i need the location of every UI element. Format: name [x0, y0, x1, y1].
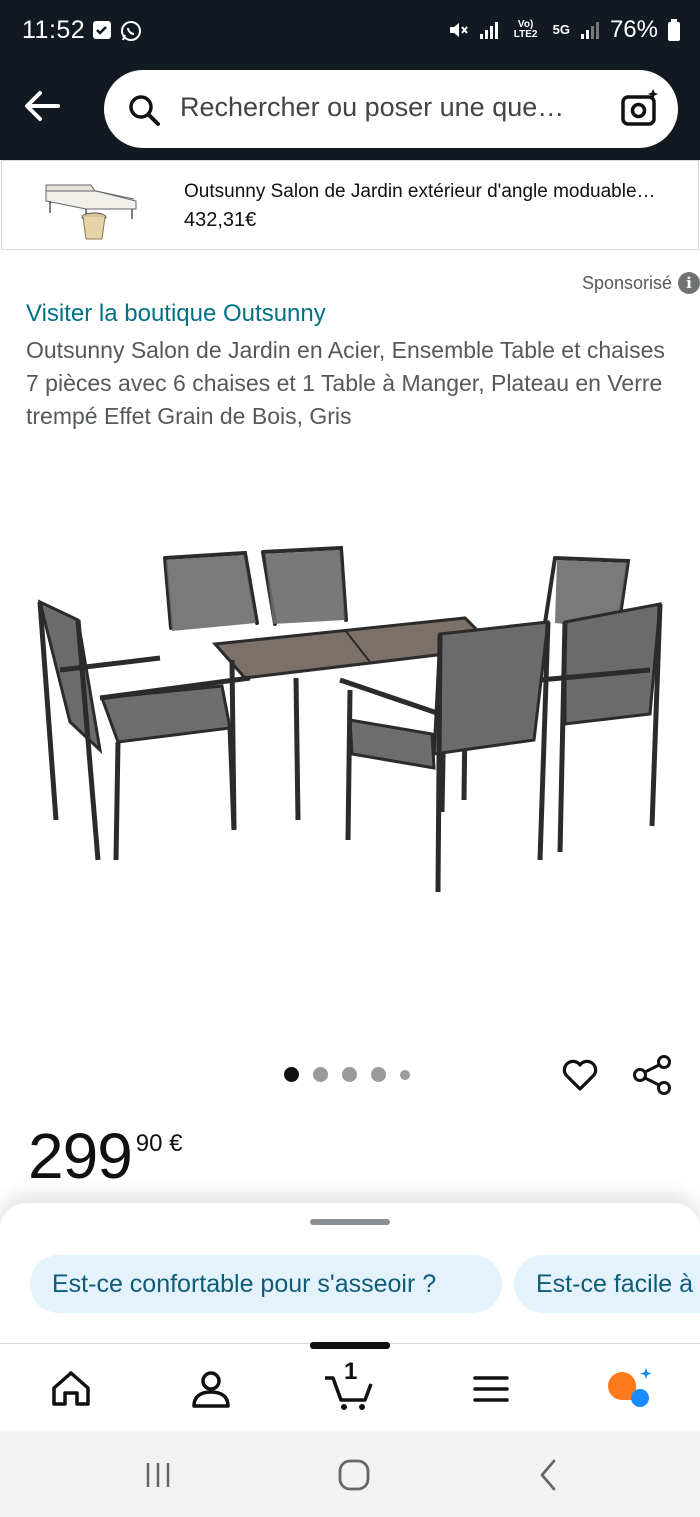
home-system-icon[interactable]	[336, 1457, 372, 1493]
back-arrow-icon[interactable]	[20, 84, 64, 128]
price-whole: 299	[28, 1120, 133, 1192]
search-icon	[129, 95, 160, 126]
visit-store-link[interactable]: Visiter la boutique Outsunny	[26, 300, 326, 328]
suggestion-chip[interactable]: Est-ce confortable pour s'asseoir ?	[30, 1255, 502, 1313]
share-icon[interactable]	[632, 1054, 674, 1096]
promo-product-thumbnail	[45, 184, 137, 240]
battery-icon	[668, 19, 680, 41]
promo-title[interactable]: Outsunny Salon de Jardin extérieur d'ang…	[184, 181, 694, 203]
notification-icons	[92, 20, 142, 42]
image-carousel-dots[interactable]	[284, 1067, 410, 1082]
sponsored-label[interactable]: Sponsorisé i	[582, 272, 700, 294]
suggestion-chip[interactable]: Est-ce facile à	[514, 1255, 700, 1313]
back-system-icon[interactable]	[532, 1457, 568, 1493]
active-tab-indicator	[310, 1342, 390, 1349]
carousel-dot[interactable]	[313, 1067, 328, 1082]
whatsapp-icon	[121, 21, 141, 41]
signal-weak-icon	[580, 22, 599, 39]
product-title: Outsunny Salon de Jardin en Acier, Ensem…	[26, 337, 665, 429]
signal-icon	[479, 22, 498, 39]
info-icon[interactable]: i	[678, 272, 700, 294]
carousel-dot[interactable]	[400, 1069, 410, 1080]
camera-search-icon[interactable]	[620, 88, 660, 128]
network-badge-lte: Vo) LTE2	[513, 19, 538, 40]
search-bar[interactable]: Rechercher ou poser une que…	[104, 70, 678, 148]
ask-suggestions-sheet: Est-ce confortable pour s'asseoir ? Est-…	[0, 1203, 700, 1343]
search-input[interactable]: Rechercher ou poser une que…	[180, 92, 564, 123]
carousel-dot[interactable]	[371, 1067, 386, 1082]
price-fraction: 90 €	[135, 1130, 183, 1157]
home-icon[interactable]	[46, 1364, 96, 1414]
status-right: Vo) LTE2 5G 76%	[447, 16, 680, 44]
promo-price: 432,31€	[184, 209, 257, 231]
cart-count: 1	[344, 1358, 358, 1385]
checkbox-notification-icon	[93, 21, 111, 39]
carousel-dot[interactable]	[284, 1067, 299, 1082]
mute-icon	[449, 23, 468, 37]
sponsored-product-banner[interactable]: Outsunny Salon de Jardin extérieur d'ang…	[1, 160, 699, 250]
product-price: 299 90 €	[28, 1120, 183, 1192]
system-nav-bar	[0, 1431, 700, 1517]
carousel-dot[interactable]	[342, 1067, 357, 1082]
menu-icon[interactable]	[466, 1364, 516, 1414]
sheet-drag-handle[interactable]	[310, 1219, 390, 1225]
status-bar: 11:52 Vo) LTE2 5G 76%	[0, 0, 700, 66]
rufus-assistant-icon[interactable]	[604, 1364, 654, 1414]
product-image[interactable]	[20, 530, 680, 910]
top-header: 11:52 Vo) LTE2 5G 76% Rechercher ou pose…	[0, 0, 700, 160]
status-time: 11:52	[22, 16, 86, 44]
account-icon[interactable]	[186, 1364, 236, 1414]
recent-apps-icon[interactable]	[140, 1457, 176, 1493]
battery-percentage: 76%	[609, 16, 658, 43]
cart-button[interactable]: 1	[322, 1358, 378, 1414]
heart-icon[interactable]	[560, 1054, 600, 1094]
network-badge-5g: 5G	[552, 22, 570, 37]
sponsored-text: Sponsorisé	[581, 272, 672, 293]
bottom-nav: 1	[0, 1342, 700, 1431]
